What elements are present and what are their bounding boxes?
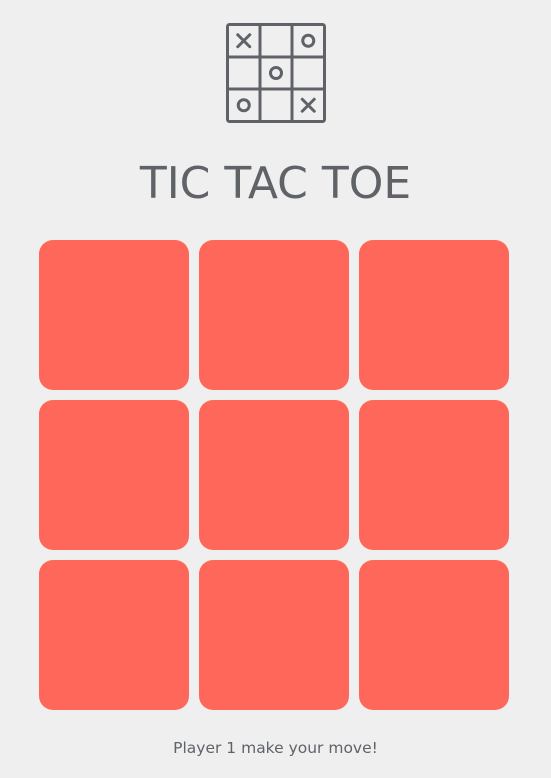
board-cell-4[interactable] xyxy=(39,400,189,550)
game-title: TIC TAC TOE xyxy=(139,158,412,209)
logo-o-mark-5 xyxy=(269,66,283,80)
tic-tac-toe-logo-icon xyxy=(226,23,326,123)
board-cell-8[interactable] xyxy=(199,560,349,710)
board-cell-5[interactable] xyxy=(199,400,349,550)
board-cell-6[interactable] xyxy=(359,400,509,550)
status-message: Player 1 make your move! xyxy=(173,739,378,757)
board-cell-2[interactable] xyxy=(199,240,349,390)
logo-o-mark-3 xyxy=(301,33,316,48)
logo-o-mark-7 xyxy=(236,98,251,113)
game-board xyxy=(39,240,509,710)
board-cell-3[interactable] xyxy=(359,240,509,390)
board-cell-1[interactable] xyxy=(39,240,189,390)
board-cell-7[interactable] xyxy=(39,560,189,710)
board-cell-9[interactable] xyxy=(359,560,509,710)
